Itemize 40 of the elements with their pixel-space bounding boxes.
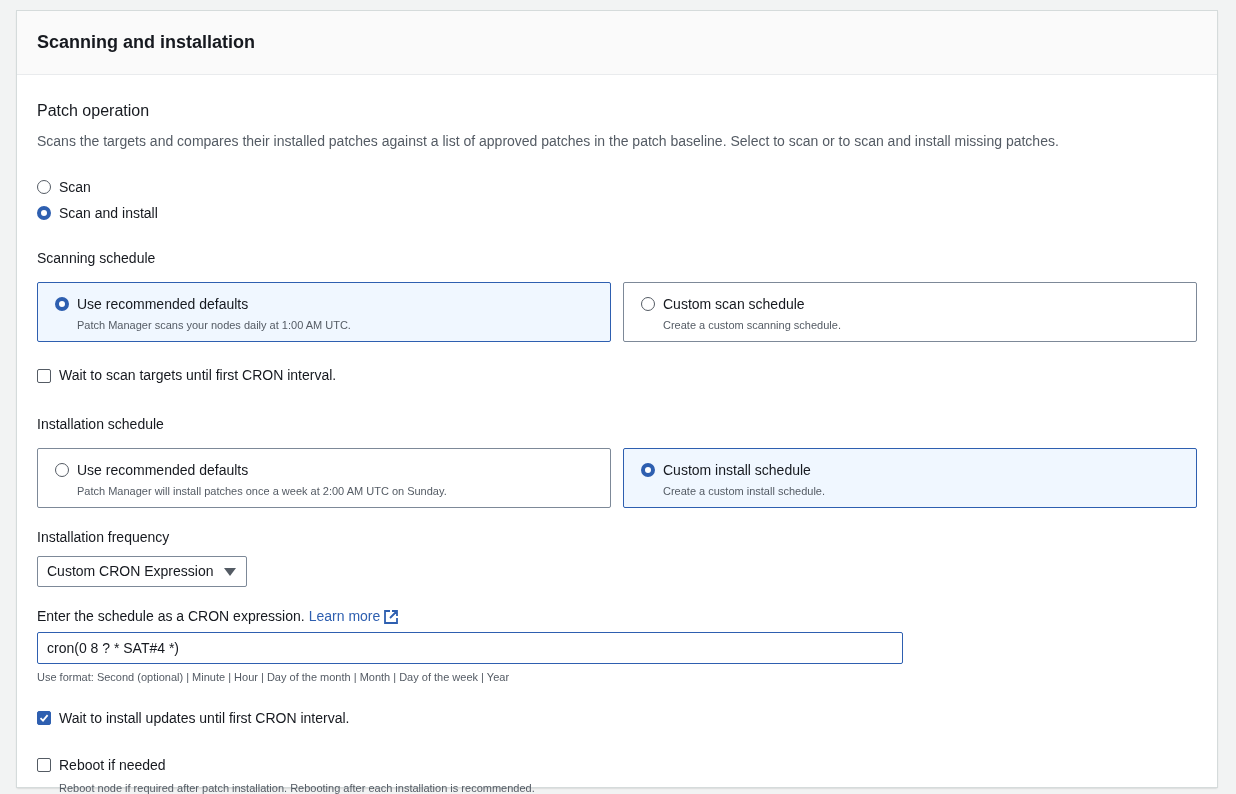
tile-description: Patch Manager scans your nodes daily at 1:00 AM UTC.: [77, 318, 351, 333]
checkbox[interactable]: [37, 758, 51, 772]
external-link-icon: [384, 609, 399, 624]
checkbox[interactable]: [37, 368, 51, 383]
tile-description: Create a custom install schedule.: [663, 484, 826, 499]
radio-button[interactable]: [55, 297, 69, 311]
tile-title: Use recommended defaults: [77, 295, 250, 314]
radio-button[interactable]: [37, 180, 51, 194]
option-tile[interactable]: Custom install schedule Create a custom install schedule.: [623, 448, 1197, 508]
option-label[interactable]: Scan and install: [59, 202, 158, 224]
description: Scans the targets and compares their installed patches against a list of approved patches in the patch baseline. Select to scan or to scan and install missing patches.: [37, 132, 1060, 151]
checkbox[interactable]: [37, 711, 51, 725]
option-tile[interactable]: Use recommended defaults Patch Manager will install patches once a week at 2:00 AM UTC on Sunday.: [37, 448, 611, 508]
checkbox-description: Reboot node if required after patch installation. Rebooting after each installation is recommended.: [59, 780, 536, 794]
learn-more-link[interactable]: Learn more: [308, 606, 399, 627]
option-tile[interactable]: Custom scan schedule Create a custom scanning schedule.: [623, 282, 1197, 342]
section-label: Patch operation: [37, 101, 151, 121]
option-tile[interactable]: Use recommended defaults Patch Manager scans your nodes daily at 1:00 AM UTC.: [37, 282, 611, 342]
frequency-select[interactable]: Custom CRON Expression: [37, 556, 247, 587]
tile-description: Patch Manager will install patches once a week at 2:00 AM UTC on Sunday.: [77, 484, 447, 499]
tile-description: Create a custom scanning schedule.: [663, 318, 841, 333]
tile-title: Custom scan schedule: [663, 295, 806, 314]
field-label: Enter the schedule as a CRON expression.: [37, 607, 305, 626]
radio-button[interactable]: [55, 463, 69, 477]
tile-title: Custom install schedule: [663, 461, 812, 480]
field-hint: Use format: Second (optional) | Minute | Hour | Day of the month | Month | Day of the week | Year: [37, 670, 511, 685]
caret-icon: [224, 567, 236, 576]
checkbox-label[interactable]: Reboot if needed: [59, 754, 166, 776]
field-label: Scanning schedule: [37, 249, 157, 268]
panel-title: Scanning and installation: [37, 31, 256, 54]
radio-button[interactable]: [641, 297, 655, 311]
field-label: Installation schedule: [37, 415, 165, 434]
option-label[interactable]: Scan: [59, 176, 91, 198]
tile-title: Use recommended defaults: [77, 461, 250, 480]
checkbox-label[interactable]: Wait to install updates until first CRON interval.: [59, 707, 350, 729]
radio-button[interactable]: [641, 463, 655, 477]
radio-button[interactable]: [37, 206, 51, 220]
field-label: Installation frequency: [37, 528, 171, 547]
cron-input[interactable]: cron(0 8 ? * SAT#4 *): [37, 632, 903, 664]
checkbox-label[interactable]: Wait to scan targets until first CRON interval.: [59, 365, 337, 386]
